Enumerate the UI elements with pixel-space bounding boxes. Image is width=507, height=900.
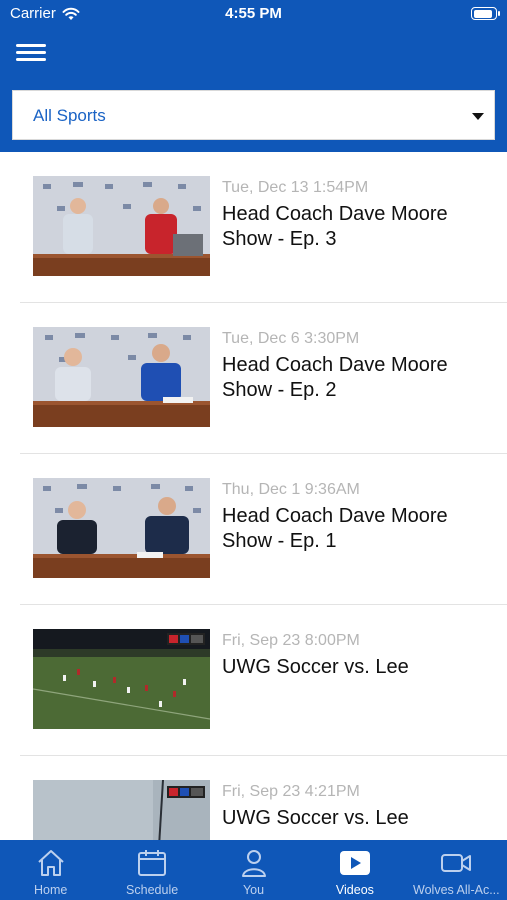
person-icon xyxy=(241,850,266,877)
soccer-field-thumbnail xyxy=(33,780,210,840)
video-list-item[interactable]: Thu, Dec 1 9:36AM Head Coach Dave Moore … xyxy=(20,454,507,605)
status-bar: Carrier 4:55 PM xyxy=(0,0,507,30)
video-title: UWG Soccer vs. Lee xyxy=(222,656,409,678)
press-conference-thumbnail xyxy=(33,176,210,276)
video-list[interactable]: Tue, Dec 13 1:54PM Head Coach Dave Moore… xyxy=(0,152,507,840)
video-date: Fri, Sep 23 4:21PM xyxy=(222,783,360,800)
tab-label: You xyxy=(242,883,265,897)
tab-label: Videos xyxy=(335,883,374,897)
clock: 4:55 PM xyxy=(225,5,282,22)
tab-videos[interactable]: Videos xyxy=(304,840,405,900)
video-date: Fri, Sep 23 8:00PM xyxy=(222,632,360,649)
tab-label: Schedule xyxy=(126,883,179,897)
sport-filter-value: All Sports xyxy=(33,106,106,125)
video-list-item[interactable]: Tue, Dec 13 1:54PM Head Coach Dave Moore… xyxy=(20,152,507,303)
tab-label: Home xyxy=(34,883,68,897)
video-list-item[interactable]: Fri, Sep 23 4:21PM UWG Soccer vs. Lee xyxy=(20,756,507,840)
soccer-field-thumbnail xyxy=(33,629,210,729)
video-list-item[interactable]: Fri, Sep 23 8:00PM UWG Soccer vs. Lee xyxy=(20,605,507,756)
sport-filter-select[interactable]: All Sports xyxy=(12,90,495,140)
video-list-item[interactable]: Tue, Dec 6 3:30PM Head Coach Dave Moore … xyxy=(20,303,507,454)
dropdown-caret-icon xyxy=(472,113,484,120)
video-date: Tue, Dec 13 1:54PM xyxy=(222,179,369,196)
tab-you[interactable]: You xyxy=(203,840,304,900)
video-title: Head Coach Dave Moore Show - Ep. 1 xyxy=(222,505,448,552)
hamburger-menu-icon[interactable] xyxy=(16,42,46,64)
tab-wolves-all-access[interactable]: Wolves All-Ac... xyxy=(406,840,507,900)
video-title: UWG Soccer vs. Lee xyxy=(222,807,409,829)
video-date: Tue, Dec 6 3:30PM xyxy=(222,330,360,347)
battery-level xyxy=(473,9,493,18)
play-icon xyxy=(339,851,370,875)
tab-schedule[interactable]: Schedule xyxy=(101,840,202,900)
calendar-icon xyxy=(138,850,167,876)
video-date: Thu, Dec 1 9:36AM xyxy=(222,481,360,498)
home-icon xyxy=(38,850,64,876)
app-header: Carrier 4:55 PM All Sports xyxy=(0,0,507,152)
video-title: Head Coach Dave Moore Show - Ep. 3 xyxy=(222,203,448,250)
video-camera-icon xyxy=(441,854,472,872)
tab-bar: Home Schedule You Videos Wolves All-Ac..… xyxy=(0,840,507,900)
press-conference-thumbnail xyxy=(33,327,210,427)
tab-label: Wolves All-Ac... xyxy=(413,883,500,897)
press-conference-thumbnail xyxy=(33,478,210,578)
tab-home[interactable]: Home xyxy=(0,840,101,900)
battery-icon xyxy=(471,7,500,20)
video-title: Head Coach Dave Moore Show - Ep. 2 xyxy=(222,354,448,401)
